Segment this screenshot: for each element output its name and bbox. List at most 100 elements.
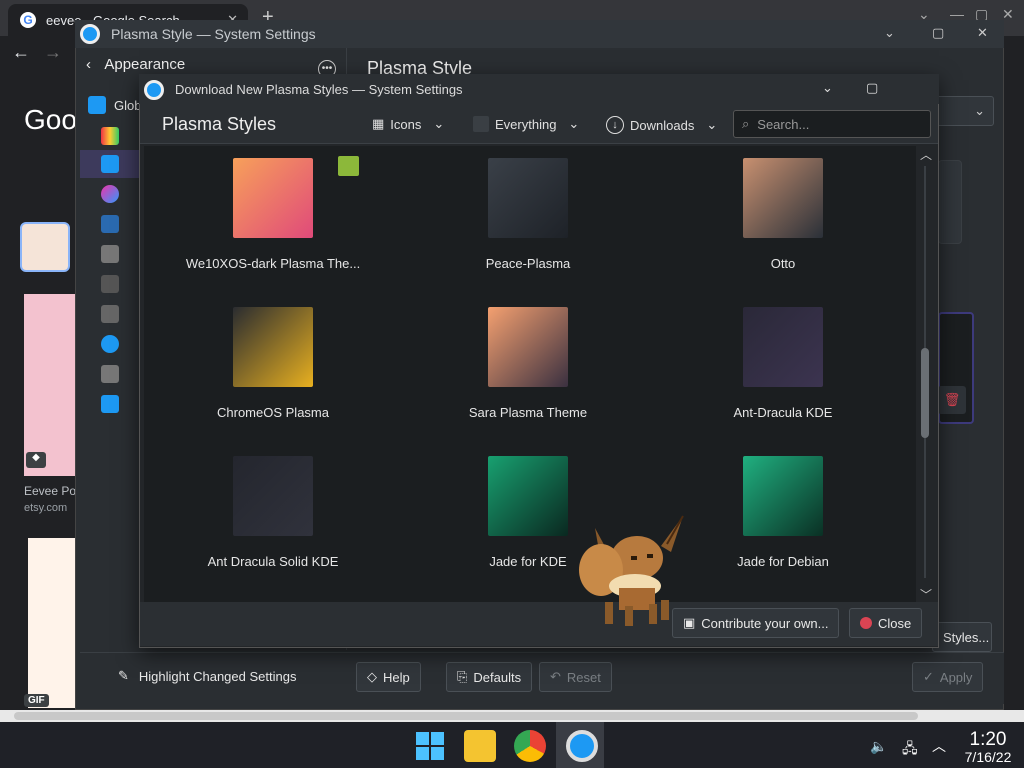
window-title: Plasma Style — System Settings bbox=[111, 26, 316, 42]
scroll-up-icon[interactable]: ︿ bbox=[920, 146, 932, 163]
help-label: Help bbox=[383, 669, 410, 685]
style-thumbnail[interactable] bbox=[233, 158, 313, 238]
filter-dropdown[interactable]: Everything ⌄ bbox=[473, 116, 579, 132]
clock-time[interactable]: 1:20 bbox=[960, 729, 1016, 751]
defaults-icon: ⎘ bbox=[457, 669, 468, 684]
sidebar-item-icons[interactable] bbox=[80, 240, 140, 268]
chevron-down-icon: ⌄ bbox=[706, 117, 718, 132]
delete-icon[interactable]: 🗑 bbox=[938, 386, 966, 414]
tray-expand-icon[interactable]: ︿ bbox=[932, 736, 946, 756]
close-label: Close bbox=[878, 615, 912, 631]
contribute-button[interactable]: ▣ Contribute your own... bbox=[672, 608, 840, 638]
settings-maximize-icon[interactable]: ▢ bbox=[932, 25, 944, 41]
result-image[interactable] bbox=[24, 294, 76, 476]
apply-button[interactable]: ✓ Apply bbox=[912, 662, 984, 692]
monitor-icon bbox=[88, 96, 106, 114]
highlight-changed-button[interactable]: ✎ Highlight Changed Settings bbox=[118, 668, 296, 684]
check-icon: ✓ bbox=[923, 669, 934, 684]
style-thumbnail[interactable] bbox=[233, 456, 313, 536]
defaults-button[interactable]: ⎘ Defaults bbox=[446, 662, 533, 692]
result-image-2[interactable] bbox=[28, 538, 76, 708]
contribute-label: Contribute your own... bbox=[701, 615, 829, 631]
help-button[interactable]: ◇ Help bbox=[356, 662, 421, 692]
volume-icon[interactable]: 🔈 bbox=[870, 738, 887, 755]
close-button[interactable]: Close bbox=[849, 608, 923, 638]
sidebar-item-fonts[interactable] bbox=[80, 210, 140, 238]
search-icon: ⌕ bbox=[742, 116, 750, 131]
dialog-minimize-icon[interactable]: ⌄ bbox=[822, 80, 833, 96]
style-thumbnail[interactable] bbox=[743, 158, 823, 238]
google-logo[interactable]: Goo bbox=[24, 104, 77, 136]
reset-label: Reset bbox=[566, 669, 601, 685]
search-field[interactable]: ⌕ Search... bbox=[733, 110, 931, 138]
view-mode-dropdown[interactable]: ▦ Icons ⌄ bbox=[372, 116, 444, 132]
sidebar-item-plasma-style[interactable] bbox=[80, 150, 140, 178]
style-thumbnail[interactable] bbox=[233, 307, 313, 387]
sidebar-item-display[interactable] bbox=[80, 390, 140, 418]
dialog-titlebar[interactable]: Download New Plasma Styles — System Sett… bbox=[139, 74, 939, 104]
sidebar-item-gtk[interactable] bbox=[80, 360, 140, 388]
style-label[interactable]: ChromeOS Plasma bbox=[173, 405, 373, 420]
theme-preview-card[interactable] bbox=[938, 160, 962, 244]
view-mode-label: Icons bbox=[390, 116, 422, 132]
system-settings-titlebar[interactable]: Plasma Style — System Settings bbox=[75, 20, 1004, 48]
reset-icon: ↶ bbox=[550, 669, 561, 684]
sidebar-item-cursors[interactable] bbox=[80, 270, 140, 298]
sidebar-item-launch-feedback[interactable] bbox=[80, 300, 140, 328]
google-icon: G bbox=[20, 12, 36, 28]
sidebar-item-colors[interactable] bbox=[80, 122, 140, 150]
style-label[interactable]: Otto bbox=[683, 256, 883, 271]
style-label[interactable]: Jade for Debian bbox=[683, 554, 883, 569]
gif-badge: GIF bbox=[24, 694, 49, 707]
pen-icon: ✎ bbox=[118, 668, 129, 683]
dialog-maximize-icon[interactable]: ▢ bbox=[866, 80, 878, 96]
sort-label: Downloads bbox=[630, 117, 695, 133]
forward-icon[interactable]: → bbox=[44, 42, 62, 63]
sidebar-item-global-theme[interactable]: Glob bbox=[88, 96, 141, 114]
sidebar-header[interactable]: ‹ Appearance bbox=[86, 56, 185, 73]
style-label[interactable]: Ant Dracula Solid KDE bbox=[173, 554, 373, 569]
get-new-label: Styles... bbox=[943, 629, 990, 645]
close-circle-icon bbox=[860, 617, 872, 629]
get-new-styles-button[interactable]: Styles... bbox=[932, 622, 992, 652]
defaults-label: Defaults bbox=[473, 669, 522, 685]
settings-minimize-icon[interactable]: ⌄ bbox=[884, 25, 895, 41]
plasma-style-icon bbox=[101, 155, 119, 173]
settings-close-icon[interactable]: ✕ bbox=[977, 25, 988, 41]
horizontal-scroll-thumb[interactable] bbox=[14, 712, 918, 720]
system-settings-icon bbox=[80, 24, 100, 44]
sidebar-item-splash[interactable] bbox=[80, 330, 140, 358]
help-icon bbox=[101, 335, 119, 353]
vertical-scroll-thumb[interactable] bbox=[921, 348, 929, 438]
chevron-down-icon: ⌄ bbox=[433, 116, 445, 131]
back-arrow-icon[interactable]: ‹ bbox=[86, 56, 91, 73]
file-explorer-icon[interactable] bbox=[464, 730, 496, 762]
filter-icon bbox=[473, 116, 489, 132]
sort-dropdown[interactable]: ↓ Downloads ⌄ bbox=[606, 116, 717, 134]
dialog-app-icon bbox=[144, 80, 164, 100]
sidebar-item-window-decorations[interactable] bbox=[80, 180, 140, 208]
cursor-theme-icon bbox=[101, 275, 119, 293]
result-caption[interactable]: Eevee Po bbox=[24, 484, 76, 498]
system-settings-taskbar-icon[interactable] bbox=[566, 730, 598, 762]
clock-date[interactable]: 7/16/22 bbox=[955, 749, 1021, 765]
style-label[interactable]: We10XOS-dark Plasma The... bbox=[173, 256, 373, 271]
reset-button[interactable]: ↶ Reset bbox=[539, 662, 612, 692]
style-label[interactable]: Peace-Plasma bbox=[428, 256, 628, 271]
style-thumbnail[interactable] bbox=[743, 456, 823, 536]
back-icon[interactable]: ← bbox=[12, 42, 30, 63]
chevron-down-icon: ⌄ bbox=[974, 103, 985, 118]
network-icon[interactable]: 🖧 bbox=[902, 738, 918, 762]
style-thumbnail[interactable] bbox=[488, 158, 568, 238]
style-thumbnail[interactable] bbox=[488, 456, 568, 536]
style-label[interactable]: Ant-Dracula KDE bbox=[683, 405, 883, 420]
image-thumbnail[interactable] bbox=[20, 222, 70, 272]
style-label[interactable]: Sara Plasma Theme bbox=[428, 405, 628, 420]
font-icon bbox=[101, 245, 119, 263]
scroll-down-icon[interactable]: ﹀ bbox=[920, 586, 932, 603]
colors-icon bbox=[101, 127, 119, 145]
start-menu-icon[interactable] bbox=[414, 730, 446, 762]
style-thumbnail[interactable] bbox=[488, 307, 568, 387]
style-thumbnail[interactable] bbox=[743, 307, 823, 387]
chrome-icon[interactable] bbox=[514, 730, 546, 762]
